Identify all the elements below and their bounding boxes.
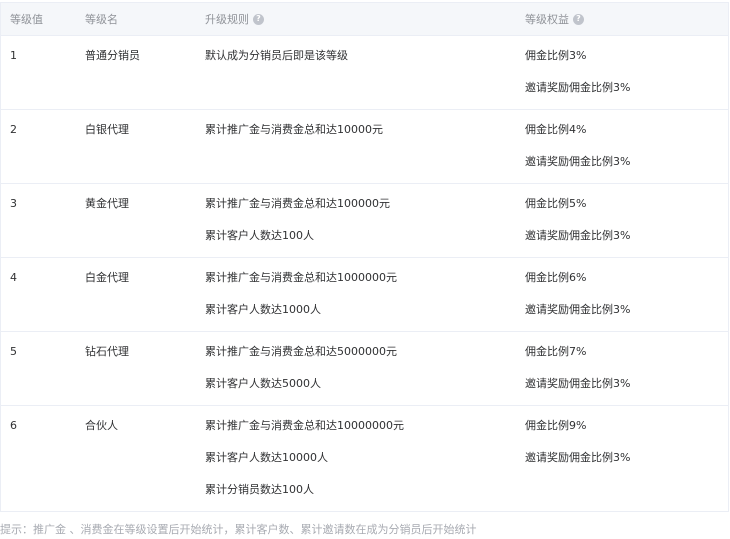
rights-text: 佣金比例5%: [525, 197, 587, 210]
rights-text: 邀请奖励佣金比例3%: [525, 451, 631, 464]
level-value: 5: [10, 345, 17, 358]
level-value: 3: [10, 197, 17, 210]
rule-text: 累计推广金与消费金总和达5000000元: [205, 345, 397, 358]
header-name: 等级名: [85, 13, 118, 26]
cell-rights: 佣金比例3% 邀请奖励佣金比例3%: [515, 36, 728, 109]
table-row: 2 白银代理 累计推广金与消费金总和达10000元 佣金比例4% 邀请奖励佣金比例3%: [1, 110, 728, 184]
cell-rules: 累计推广金与消费金总和达10000元: [195, 110, 515, 183]
rights-text: 邀请奖励佣金比例3%: [525, 229, 631, 242]
level-name: 白金代理: [85, 271, 129, 284]
header-level: 等级值: [10, 13, 43, 26]
table-body: 1 普通分销员 默认成为分销员后即是该等级 佣金比例3% 邀请奖励佣金比例3% 2 白银代理…: [1, 36, 728, 512]
table-header: 等级值 等级名 升级规则 ? 等级权益 ?: [1, 3, 728, 36]
rule-text: 累计客户人数达100人: [205, 229, 314, 242]
header-rights: 等级权益 ?: [515, 11, 728, 27]
header-rule: 升级规则 ?: [195, 11, 515, 27]
rights-text: 佣金比例6%: [525, 271, 587, 284]
level-name: 合伙人: [85, 419, 118, 432]
cell-level: 3: [1, 184, 75, 257]
rule-text: 累计推广金与消费金总和达10000000元: [205, 419, 404, 432]
cell-name: 白银代理: [75, 110, 195, 183]
table-row: 6 合伙人 累计推广金与消费金总和达10000000元 累计客户人数达10000人 累计…: [1, 406, 728, 512]
cell-rules: 累计推广金与消费金总和达10000000元 累计客户人数达10000人 累计分销员数…: [195, 406, 515, 511]
cell-level: 4: [1, 258, 75, 331]
level-name: 普通分销员: [85, 49, 140, 62]
rights-text: 佣金比例4%: [525, 123, 587, 136]
rights-text: 佣金比例9%: [525, 419, 587, 432]
help-icon[interactable]: ?: [253, 13, 264, 25]
cell-name: 合伙人: [75, 406, 195, 511]
cell-name: 普通分销员: [75, 36, 195, 109]
rule-text: 累计客户人数达1000人: [205, 303, 321, 316]
level-name: 白银代理: [85, 123, 129, 136]
rights-text: 邀请奖励佣金比例3%: [525, 155, 631, 168]
rights-text: 佣金比例3%: [525, 49, 587, 62]
level-value: 6: [10, 419, 17, 432]
rights-text: 邀请奖励佣金比例3%: [525, 377, 631, 390]
rule-text: 默认成为分销员后即是该等级: [205, 49, 348, 62]
cell-rules: 累计推广金与消费金总和达1000000元 累计客户人数达1000人: [195, 258, 515, 331]
cell-rights: 佣金比例5% 邀请奖励佣金比例3%: [515, 184, 728, 257]
level-value: 2: [10, 123, 17, 136]
rule-text: 累计客户人数达10000人: [205, 451, 328, 464]
rights-text: 佣金比例7%: [525, 345, 587, 358]
rule-text: 累计推广金与消费金总和达1000000元: [205, 271, 397, 284]
cell-name: 白金代理: [75, 258, 195, 331]
rule-text: 累计推广金与消费金总和达100000元: [205, 197, 390, 210]
table-row: 5 钻石代理 累计推广金与消费金总和达5000000元 累计客户人数达5000人 佣金比…: [1, 332, 728, 406]
level-value: 1: [10, 49, 17, 62]
table-row: 3 黄金代理 累计推广金与消费金总和达100000元 累计客户人数达100人 佣金比例5…: [1, 184, 728, 258]
level-value: 4: [10, 271, 17, 284]
cell-rules: 累计推广金与消费金总和达5000000元 累计客户人数达5000人: [195, 332, 515, 405]
cell-level: 2: [1, 110, 75, 183]
cell-rights: 佣金比例7% 邀请奖励佣金比例3%: [515, 332, 728, 405]
cell-name: 黄金代理: [75, 184, 195, 257]
cell-rules: 默认成为分销员后即是该等级: [195, 36, 515, 109]
cell-name: 钻石代理: [75, 332, 195, 405]
cell-level: 1: [1, 36, 75, 109]
rule-text: 累计推广金与消费金总和达10000元: [205, 123, 383, 136]
level-name: 黄金代理: [85, 197, 129, 210]
rights-text: 邀请奖励佣金比例3%: [525, 303, 631, 316]
level-name: 钻石代理: [85, 345, 129, 358]
level-table: 等级值 等级名 升级规则 ? 等级权益 ? 1 普通分销员 默认成为分销员后即是该等…: [0, 2, 729, 512]
table-row: 1 普通分销员 默认成为分销员后即是该等级 佣金比例3% 邀请奖励佣金比例3%: [1, 36, 728, 110]
table-row: 4 白金代理 累计推广金与消费金总和达1000000元 累计客户人数达1000人 佣金比…: [1, 258, 728, 332]
rule-text: 累计客户人数达5000人: [205, 377, 321, 390]
cell-level: 6: [1, 406, 75, 511]
cell-level: 5: [1, 332, 75, 405]
cell-rights: 佣金比例9% 邀请奖励佣金比例3%: [515, 406, 728, 511]
cell-rights: 佣金比例4% 邀请奖励佣金比例3%: [515, 110, 728, 183]
help-icon[interactable]: ?: [573, 13, 584, 25]
tip-text: 提示：推广金 、消费金在等级设置后开始统计，累计客户数、累计邀请数在成为分销员后…: [0, 523, 477, 536]
cell-rights: 佣金比例6% 邀请奖励佣金比例3%: [515, 258, 728, 331]
distributor-level-page: 等级值 等级名 升级规则 ? 等级权益 ? 1 普通分销员 默认成为分销员后即是该等…: [0, 0, 730, 539]
rule-text: 累计分销员数达100人: [205, 483, 314, 496]
cell-rules: 累计推广金与消费金总和达100000元 累计客户人数达100人: [195, 184, 515, 257]
rights-text: 邀请奖励佣金比例3%: [525, 81, 631, 94]
